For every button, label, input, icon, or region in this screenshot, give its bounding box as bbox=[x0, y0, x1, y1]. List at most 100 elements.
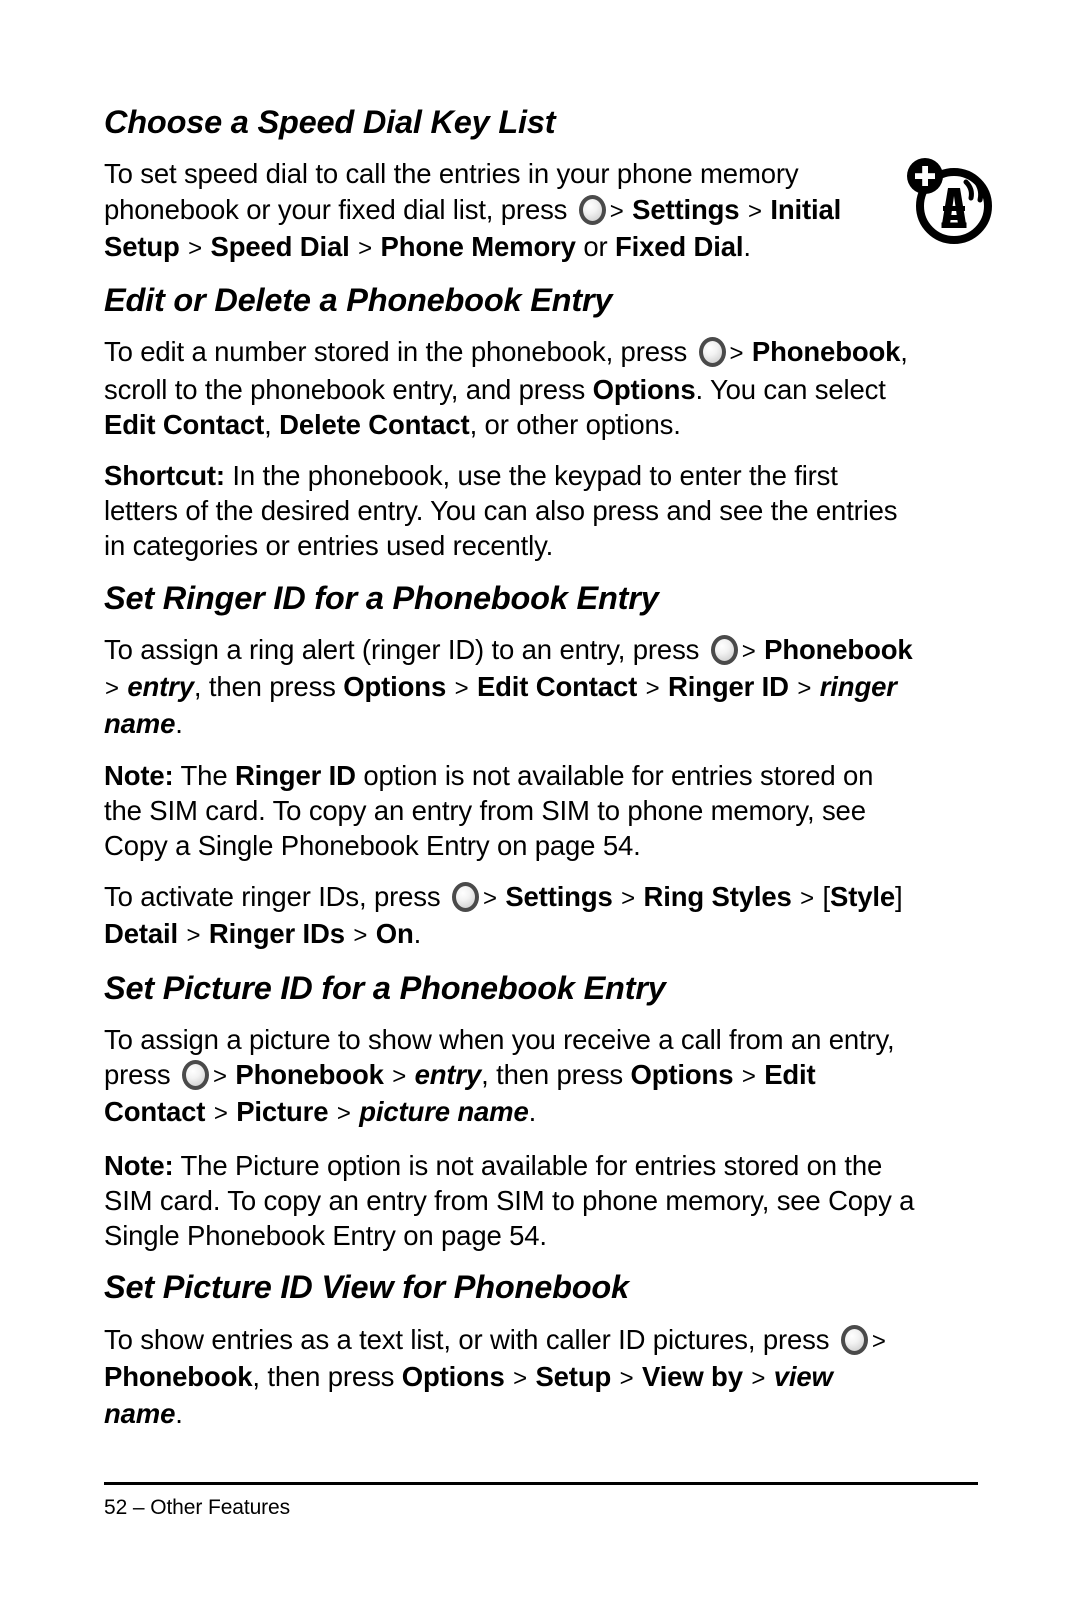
text-run: . bbox=[743, 230, 751, 262]
chevron-separator: > bbox=[747, 197, 762, 225]
paragraph: To assign a picture to show when you rec… bbox=[104, 1022, 916, 1132]
menu-item-name: Setup bbox=[535, 1360, 612, 1392]
menu-key-icon bbox=[182, 1060, 209, 1091]
menu-item-name: Picture bbox=[236, 1096, 329, 1128]
menu-key-icon bbox=[578, 194, 606, 225]
placeholder-term: entry bbox=[414, 1059, 482, 1091]
menu-item-name: Ringer ID bbox=[234, 759, 356, 791]
menu-item-name: Style bbox=[830, 881, 895, 913]
menu-item-name: Phone Memory bbox=[380, 230, 576, 262]
section-heading-choose-speed-dial-key-list: Choose a Speed Dial Key List bbox=[104, 104, 556, 140]
menu-item-name: Speed Dial bbox=[210, 230, 350, 262]
section-heading-set-picture-id-view-for-phonebook: Set Picture ID View for Phonebook bbox=[104, 1269, 629, 1306]
chevron-separator: > bbox=[213, 1063, 227, 1091]
chevron-separator: > bbox=[751, 1364, 766, 1392]
paragraph: To edit a number stored in the phonebook… bbox=[104, 334, 916, 442]
chevron-separator: > bbox=[105, 675, 119, 703]
text-run: The bbox=[173, 759, 235, 791]
menu-item-name: Options bbox=[343, 671, 447, 703]
menu-key-icon bbox=[451, 882, 479, 913]
chevron-separator: > bbox=[619, 1364, 634, 1392]
chevron-separator: > bbox=[213, 1100, 228, 1128]
text-run: To activate ringer IDs, press bbox=[104, 881, 448, 913]
chevron-separator: > bbox=[871, 1327, 886, 1355]
section-heading-edit-or-delete-a-phonebook-entry: Edit or Delete a Phonebook Entry bbox=[104, 282, 613, 318]
menu-item-name: Phonebook bbox=[235, 1059, 384, 1091]
cellular-tower-plus-icon bbox=[898, 152, 994, 248]
menu-item-name: Note: bbox=[104, 759, 174, 791]
chevron-separator: > bbox=[621, 885, 636, 913]
chevron-separator: > bbox=[741, 638, 756, 665]
text-run: . bbox=[175, 1398, 183, 1430]
menu-item-name: View by bbox=[641, 1360, 743, 1392]
text-run: . bbox=[413, 918, 422, 950]
text-run: . You can select bbox=[695, 373, 886, 405]
menu-item-name: Settings bbox=[505, 881, 613, 913]
section-heading-set-ringer-id-for-a-phonebook-entry: Set Ringer ID for a Phonebook Entry bbox=[104, 579, 659, 616]
chevron-separator: > bbox=[186, 922, 201, 950]
chevron-separator: > bbox=[188, 234, 203, 262]
menu-item-name: Phonebook bbox=[104, 1360, 253, 1392]
paragraph: To activate ringer IDs, press > Settings… bbox=[104, 879, 916, 953]
chevron-separator: > bbox=[513, 1364, 527, 1392]
footer-divider bbox=[104, 1482, 978, 1485]
section-heading-set-picture-id-for-a-phonebook-entry: Set Picture ID for a Phonebook Entry bbox=[104, 969, 666, 1006]
chevron-separator: > bbox=[358, 234, 372, 262]
chevron-separator: > bbox=[800, 885, 815, 913]
menu-item-name: Options bbox=[401, 1360, 505, 1392]
menu-item-name: Options bbox=[592, 373, 696, 405]
menu-key-icon bbox=[710, 635, 738, 665]
chevron-separator: > bbox=[797, 675, 812, 703]
chevron-separator: > bbox=[609, 197, 624, 225]
text-run: [ bbox=[822, 881, 831, 913]
chevron-separator: > bbox=[454, 675, 469, 703]
text-run: or bbox=[575, 230, 615, 262]
paragraph: To show entries as a text list, or with … bbox=[104, 1322, 916, 1432]
text-run: . bbox=[528, 1096, 537, 1128]
placeholder-term: picture name bbox=[359, 1096, 529, 1128]
paragraph: To set speed dial to call the entries in… bbox=[104, 156, 916, 266]
menu-item-name: Shortcut: bbox=[104, 460, 225, 491]
menu-item-name: Edit Contact bbox=[104, 408, 265, 440]
chevron-separator: > bbox=[645, 675, 660, 703]
menu-item-name: Fixed Dial bbox=[614, 230, 744, 262]
paragraph: To assign a ring alert (ringer ID) to an… bbox=[104, 632, 916, 742]
paragraph: Note: The Picture option is not availabl… bbox=[104, 1148, 916, 1254]
paragraph: Shortcut: In the phonebook, use the keyp… bbox=[104, 458, 916, 564]
paragraph: Note: The Ringer ID option is not availa… bbox=[104, 758, 916, 864]
page-footer: 52 – Other Features bbox=[104, 1496, 291, 1519]
placeholder-term: entry bbox=[127, 671, 194, 703]
menu-item-name: Options bbox=[630, 1059, 734, 1091]
text-run: , then press bbox=[481, 1059, 631, 1091]
text-run: To show entries as a text list, or with … bbox=[104, 1323, 837, 1355]
manual-page: Choose a Speed Dial Key List To set speed… bbox=[0, 0, 1080, 1622]
text-run: To assign a ring alert (ringer ID) to an… bbox=[104, 634, 707, 665]
menu-item-name: Phonebook bbox=[751, 336, 901, 368]
menu-item-name: Ring Styles bbox=[643, 881, 792, 913]
text-run: To edit a number stored in the phonebook… bbox=[104, 336, 695, 368]
text-run: , then press bbox=[193, 671, 344, 703]
chevron-separator: > bbox=[353, 922, 368, 950]
chevron-separator: > bbox=[741, 1063, 756, 1091]
text-run: . bbox=[175, 708, 183, 740]
menu-item-name: Delete Contact bbox=[279, 408, 470, 440]
text-run: , bbox=[264, 408, 280, 440]
menu-item-name: Settings bbox=[632, 193, 740, 225]
chevron-separator: > bbox=[729, 340, 744, 368]
menu-item-name: On bbox=[375, 918, 414, 950]
text-run: The Picture option is not available for … bbox=[104, 1149, 915, 1252]
menu-item-name: Detail bbox=[104, 918, 178, 950]
menu-item-name: Ringer IDs bbox=[208, 918, 345, 950]
chevron-separator: > bbox=[392, 1063, 407, 1091]
text-run: , then press bbox=[252, 1360, 402, 1392]
text-run: , or other options. bbox=[469, 408, 681, 440]
menu-item-name: Ringer ID bbox=[667, 671, 789, 703]
menu-item-name: Note: bbox=[104, 1149, 174, 1181]
chevron-separator: > bbox=[336, 1100, 351, 1128]
page-content: Choose a Speed Dial Key List To set speed… bbox=[104, 104, 978, 1431]
menu-item-name: Phonebook bbox=[764, 634, 913, 665]
menu-key-icon bbox=[698, 337, 726, 368]
menu-item-name: Edit Contact bbox=[476, 671, 638, 703]
menu-key-icon bbox=[840, 1324, 868, 1355]
text-run: ] bbox=[895, 881, 903, 913]
